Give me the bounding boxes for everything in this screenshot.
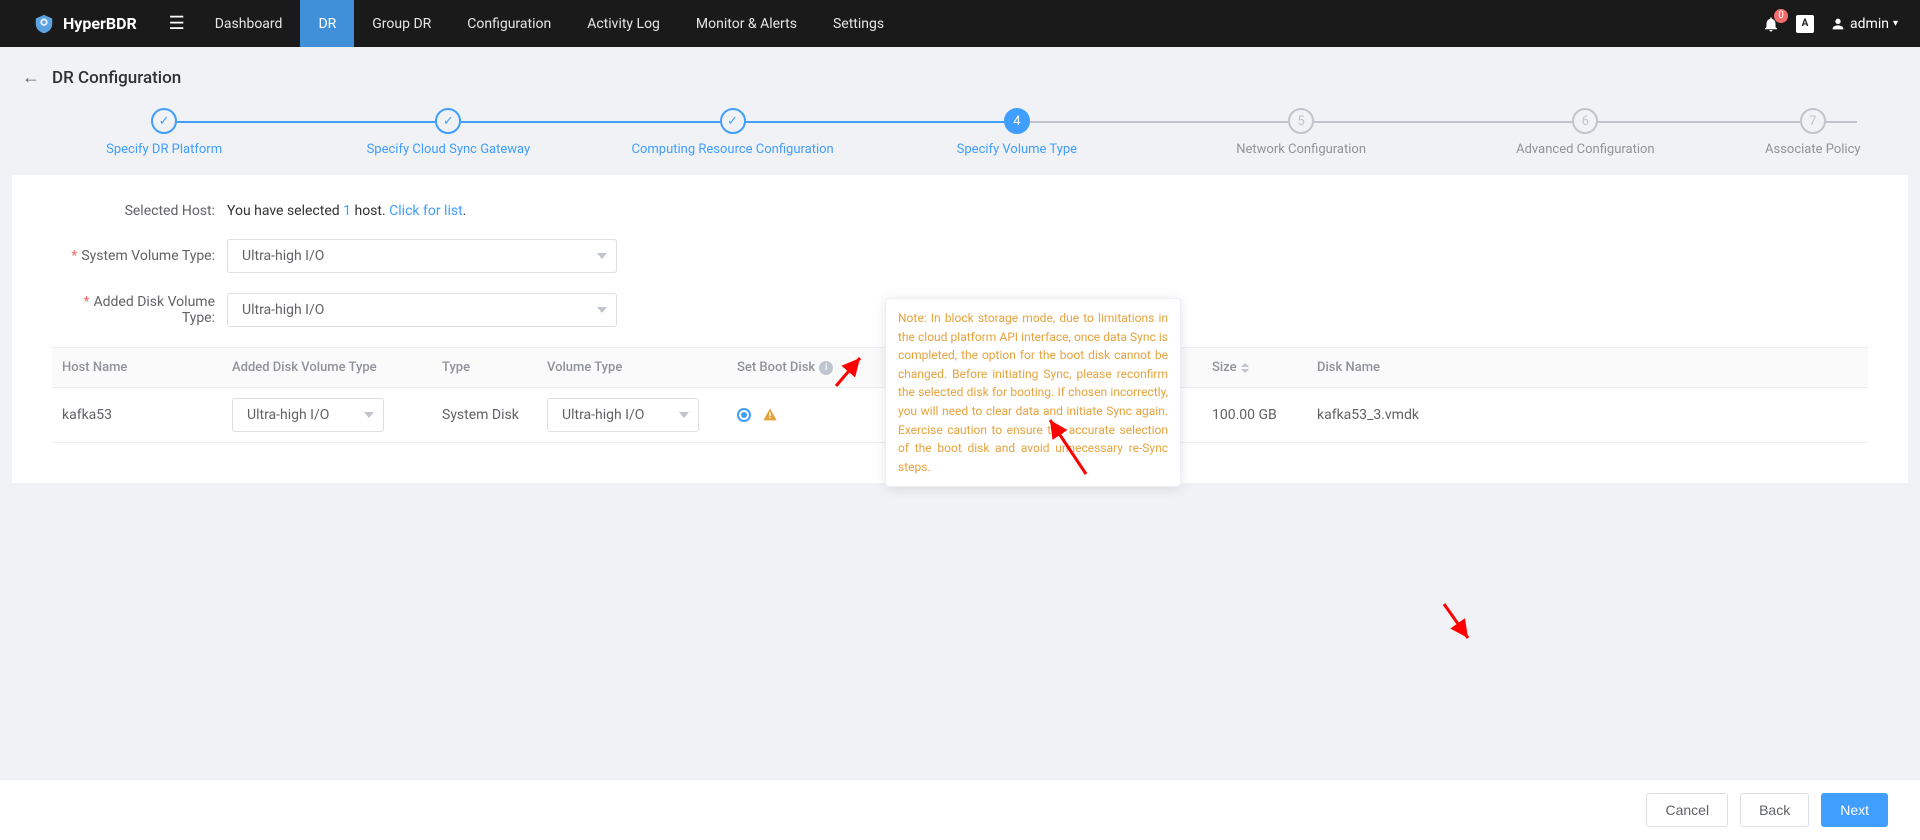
user-icon	[1830, 16, 1846, 32]
step-5-num: 5	[1288, 108, 1314, 134]
nav-dashboard[interactable]: Dashboard	[197, 0, 301, 47]
cell-host: kafka53	[52, 388, 222, 443]
chevron-down-icon	[597, 307, 607, 313]
user-name: admin	[1850, 16, 1889, 32]
system-volume-row: System Volume Type: Ultra-high I/O	[52, 239, 1868, 273]
step-6-num: 6	[1572, 108, 1598, 134]
boot-disk-radio[interactable]	[737, 408, 751, 422]
step-3: ✓ Computing Resource Configuration	[591, 108, 875, 157]
system-volume-value: Ultra-high I/O	[227, 239, 617, 273]
step-7: 7 Associate Policy	[1728, 108, 1899, 157]
step-6: 6 Advanced Configuration	[1443, 108, 1727, 157]
nav-monitor-alerts[interactable]: Monitor & Alerts	[678, 0, 815, 47]
system-volume-label: System Volume Type:	[52, 248, 227, 264]
boot-disk-warning-tooltip: Note: In block storage mode, due to limi…	[885, 298, 1181, 487]
nav-activity-log[interactable]: Activity Log	[569, 0, 678, 47]
added-volume-select[interactable]: Ultra-high I/O	[227, 293, 617, 327]
th-type: Type	[432, 348, 537, 388]
step-4-num: 4	[1004, 108, 1030, 134]
click-for-list-link[interactable]: Click for list	[389, 203, 463, 219]
page-header: ← DR Configuration	[0, 47, 1920, 98]
th-host-name: Host Name	[52, 348, 222, 388]
back-arrow-icon[interactable]: ←	[22, 67, 40, 88]
footer-bar: Cancel Back Next	[0, 779, 1920, 840]
th-volume-type: Volume Type	[537, 348, 727, 388]
chevron-down-icon: ▾	[1893, 18, 1898, 29]
notification-count: 0	[1774, 9, 1788, 23]
nav-dr[interactable]: DR	[300, 0, 354, 47]
step-5-title: Network Configuration	[1159, 142, 1443, 157]
step-5: 5 Network Configuration	[1159, 108, 1443, 157]
cell-disk-name: kafka53_3.vmdk	[1307, 388, 1868, 443]
step-6-title: Advanced Configuration	[1443, 142, 1727, 157]
row-added-vol-select[interactable]: Ultra-high I/O	[232, 398, 384, 432]
chevron-down-icon	[364, 412, 374, 418]
logo: HyperBDR	[0, 12, 157, 36]
nav-configuration[interactable]: Configuration	[449, 0, 569, 47]
info-icon[interactable]: i	[819, 361, 833, 375]
step-7-title: Associate Policy	[1728, 142, 1899, 157]
step-4-title: Specify Volume Type	[875, 142, 1159, 157]
step-2-title: Specify Cloud Sync Gateway	[306, 142, 590, 157]
step-3-title: Computing Resource Configuration	[591, 142, 875, 157]
check-icon: ✓	[151, 108, 177, 134]
step-2: ✓ Specify Cloud Sync Gateway	[306, 108, 590, 157]
step-bar: ✓ Specify DR Platform ✓ Specify Cloud Sy…	[0, 98, 1920, 175]
step-1-title: Specify DR Platform	[22, 142, 306, 157]
cell-type: System Disk	[432, 388, 537, 443]
shield-icon	[33, 12, 55, 36]
annotation-arrow-icon	[1438, 598, 1478, 648]
next-button[interactable]: Next	[1821, 793, 1888, 827]
nav-settings[interactable]: Settings	[815, 0, 902, 47]
check-icon: ✓	[720, 108, 746, 134]
selected-host-value: You have selected 1 host. Click for list…	[227, 203, 466, 219]
language-toggle[interactable]: A	[1796, 15, 1814, 33]
chevron-down-icon	[679, 412, 689, 418]
th-added-disk-vol: Added Disk Volume Type	[222, 348, 432, 388]
chevron-down-icon	[597, 253, 607, 259]
step-7-num: 7	[1800, 108, 1826, 134]
selected-host-row: Selected Host: You have selected 1 host.…	[52, 203, 1868, 219]
th-size[interactable]: Size	[1202, 348, 1307, 388]
added-volume-label: Added Disk Volume Type:	[52, 294, 227, 326]
nav-list: Dashboard DR Group DR Configuration Acti…	[197, 0, 902, 47]
step-4: 4 Specify Volume Type	[875, 108, 1159, 157]
row-vol-select[interactable]: Ultra-high I/O	[547, 398, 699, 432]
check-icon: ✓	[435, 108, 461, 134]
step-1: ✓ Specify DR Platform	[22, 108, 306, 157]
top-nav: HyperBDR ☰ Dashboard DR Group DR Configu…	[0, 0, 1920, 47]
system-volume-select[interactable]: Ultra-high I/O	[227, 239, 617, 273]
cell-size: 100.00 GB	[1202, 388, 1307, 443]
cancel-button[interactable]: Cancel	[1646, 793, 1728, 827]
sort-icon	[1241, 363, 1249, 373]
nav-group-dr[interactable]: Group DR	[354, 0, 449, 47]
selected-host-label: Selected Host:	[52, 203, 227, 219]
back-button[interactable]: Back	[1740, 793, 1809, 827]
warning-icon[interactable]	[762, 407, 778, 423]
th-disk-name: Disk Name	[1307, 348, 1868, 388]
nav-right: 0 A admin ▾	[1762, 15, 1920, 33]
user-menu[interactable]: admin ▾	[1830, 16, 1898, 32]
added-volume-value: Ultra-high I/O	[227, 293, 617, 327]
hamburger-icon[interactable]: ☰	[157, 13, 197, 34]
page-title: DR Configuration	[52, 68, 181, 88]
brand-text: HyperBDR	[63, 14, 137, 33]
notification-bell[interactable]: 0	[1762, 15, 1780, 33]
